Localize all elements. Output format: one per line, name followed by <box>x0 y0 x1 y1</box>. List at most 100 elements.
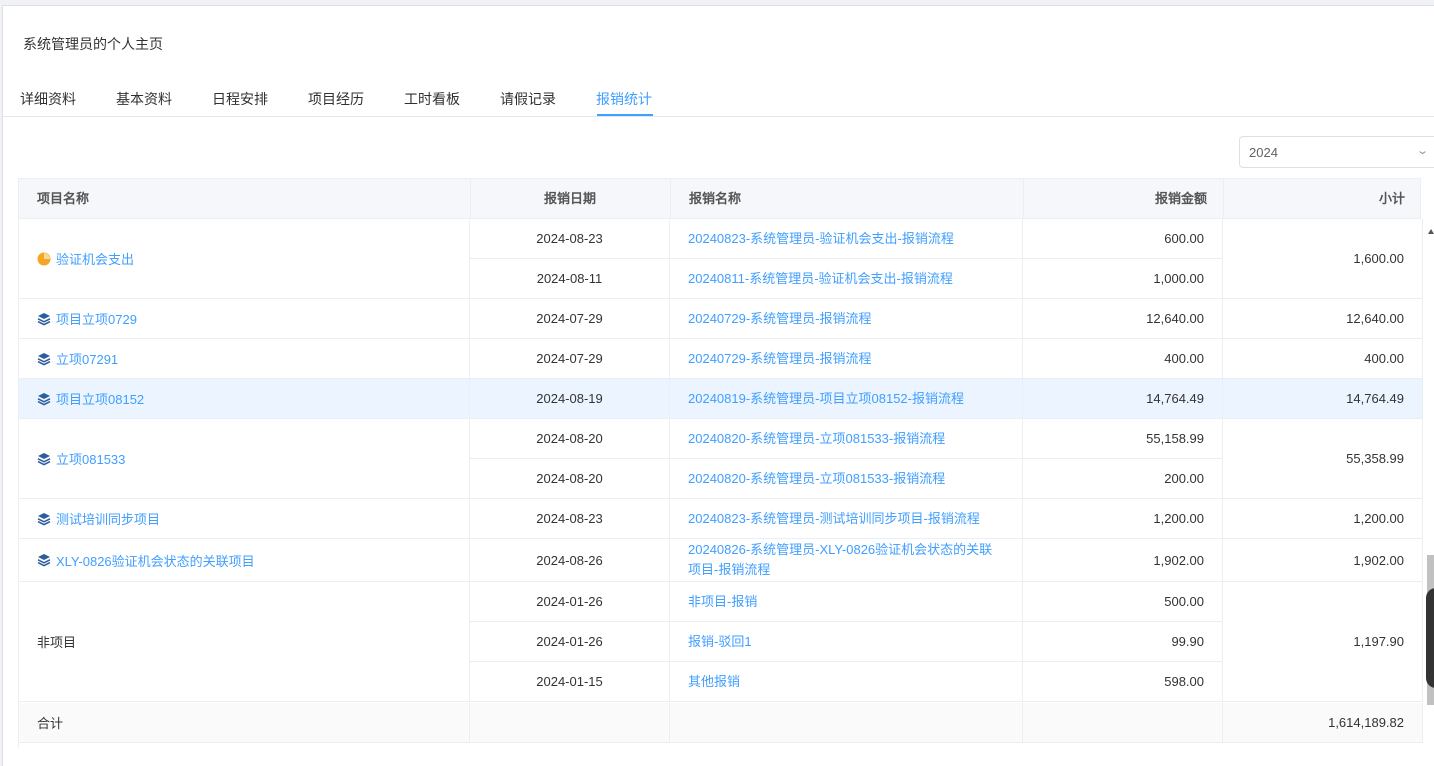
project-name[interactable]: 项目立项0729 <box>37 309 137 328</box>
amount-cell: 500.00 <box>1023 582 1223 622</box>
tab-project-history[interactable]: 项目经历 <box>308 89 364 109</box>
project-name-label: 验证机会支出 <box>56 252 135 267</box>
page-title: 系统管理员的个人主页 <box>23 36 163 52</box>
active-tab-indicator <box>597 114 653 116</box>
reimbursement-link[interactable]: 20240729-系统管理员-报销流程 <box>670 339 1023 379</box>
subtotal-cell: 14,764.49 <box>1223 379 1423 419</box>
amount-cell: 600.00 <box>1023 219 1223 259</box>
year-select[interactable]: 2024 ⌄ <box>1239 136 1434 168</box>
layers-icon <box>37 452 51 466</box>
tab-schedule[interactable]: 日程安排 <box>212 89 268 109</box>
date-cell: 2024-01-15 <box>470 662 670 702</box>
amount-cell: 55,158.99 <box>1023 419 1223 459</box>
project-name-label: XLY-0826验证机会状态的关联项目 <box>56 553 255 569</box>
reimbursement-link[interactable]: 20240729-系统管理员-报销流程 <box>670 299 1023 339</box>
date-cell: 2024-08-23 <box>470 219 670 259</box>
date-cell: 2024-08-11 <box>470 259 670 299</box>
project-name[interactable]: XLY-0826验证机会状态的关联项目 <box>37 551 255 570</box>
subtotal-cell: 12,640.00 <box>1223 299 1423 339</box>
project-name[interactable]: 测试培训同步项目 <box>37 509 160 528</box>
layers-icon <box>37 392 51 406</box>
subtotal-cell: 1,197.90 <box>1223 582 1423 702</box>
chevron-down-icon: ⌄ <box>1416 145 1430 157</box>
header-amount: 报销金额 <box>1154 191 1207 206</box>
date-cell: 2024-01-26 <box>470 582 670 622</box>
layers-icon <box>37 352 51 366</box>
amount-cell: 1,200.00 <box>1023 499 1223 539</box>
grand-total: 1,614,189.82 <box>1223 703 1423 743</box>
project-name-cell[interactable]: 立项07291 <box>19 339 470 379</box>
layers-icon <box>37 312 51 326</box>
reimbursement-link[interactable]: 其他报销 <box>670 662 1023 702</box>
floating-side-widget[interactable] <box>1426 588 1434 688</box>
header-subtotal: 小计 <box>1378 191 1405 206</box>
header-name: 报销名称 <box>689 191 742 206</box>
project-name-label: 项目立项0729 <box>56 312 137 327</box>
project-name[interactable]: 项目立项08152 <box>37 389 144 408</box>
project-name-label: 立项07291 <box>56 352 119 367</box>
reimbursement-link[interactable]: 非项目-报销 <box>670 582 1023 622</box>
amount-cell: 200.00 <box>1023 459 1223 499</box>
date-cell: 2024-01-26 <box>470 622 670 662</box>
tab-leave-records[interactable]: 请假记录 <box>500 89 556 109</box>
header-date: 报销日期 <box>543 191 596 206</box>
total-empty-amount <box>1023 703 1223 743</box>
project-name-cell[interactable]: 项目立项0729 <box>19 299 470 339</box>
date-cell: 2024-08-23 <box>470 499 670 539</box>
amount-cell: 12,640.00 <box>1023 299 1223 339</box>
project-name-cell[interactable]: 测试培训同步项目 <box>19 499 470 539</box>
reimbursement-link[interactable]: 报销-驳回1 <box>670 622 1023 662</box>
amount-cell: 1,000.00 <box>1023 259 1223 299</box>
table-header: 项目名称 报销日期 报销名称 报销金额 小计 <box>18 178 1421 219</box>
total-empty-date <box>470 703 670 743</box>
layers-icon <box>37 512 51 526</box>
reimbursement-link[interactable]: 20240823-系统管理员-测试培训同步项目-报销流程 <box>670 499 1023 539</box>
tab-reimbursement-stats[interactable]: 报销统计 <box>596 89 652 109</box>
reimbursement-table: 项目名称 报销日期 报销名称 报销金额 小计 验证机会支出 1,600.00 202… <box>18 178 1423 748</box>
project-name-cell[interactable]: XLY-0826验证机会状态的关联项目 <box>19 539 470 582</box>
reimbursement-link[interactable]: 20240823-系统管理员-验证机会支出-报销流程 <box>670 219 1023 259</box>
reimbursement-link[interactable]: 20240819-系统管理员-项目立项08152-报销流程 <box>670 379 1023 419</box>
project-name[interactable]: 验证机会支出 <box>37 249 134 268</box>
reimbursement-link[interactable]: 20240811-系统管理员-验证机会支出-报销流程 <box>670 259 1023 299</box>
amount-cell: 1,902.00 <box>1023 539 1223 582</box>
subtotal-cell: 1,600.00 <box>1223 219 1423 299</box>
project-name-label: 测试培训同步项目 <box>56 512 161 527</box>
date-cell: 2024-08-20 <box>470 419 670 459</box>
project-name-cell: 非项目 <box>19 582 470 702</box>
subtotal-cell: 400.00 <box>1223 339 1423 379</box>
date-cell: 2024-07-29 <box>470 299 670 339</box>
tab-basic-info[interactable]: 基本资料 <box>116 89 172 109</box>
scroll-up-arrow-icon[interactable] <box>1428 229 1434 234</box>
subtotal-cell: 55,358.99 <box>1223 419 1423 499</box>
date-cell: 2024-08-19 <box>470 379 670 419</box>
year-select-value: 2024 <box>1249 145 1278 160</box>
project-name-label: 非项目 <box>37 635 77 650</box>
total-empty-name <box>670 703 1023 743</box>
project-name[interactable]: 立项07291 <box>37 349 118 368</box>
table-body: 验证机会支出 1,600.00 2024-08-23 20240823-系统管理员-验… <box>18 219 1423 748</box>
project-name[interactable]: 立项081533 <box>37 449 125 468</box>
pie-chart-icon <box>37 252 51 266</box>
date-cell: 2024-07-29 <box>470 339 670 379</box>
reimbursement-link[interactable]: 20240826-系统管理员-XLY-0826验证机会状态的关联项目-报销流程 <box>670 539 1023 582</box>
project-name-label: 立项081533 <box>56 452 126 467</box>
amount-cell: 99.90 <box>1023 622 1223 662</box>
amount-cell: 14,764.49 <box>1023 379 1223 419</box>
subtotal-cell: 1,902.00 <box>1223 539 1423 582</box>
project-name-cell[interactable]: 验证机会支出 <box>19 219 470 299</box>
reimbursement-link[interactable]: 20240820-系统管理员-立项081533-报销流程 <box>670 459 1023 499</box>
project-name-cell[interactable]: 项目立项08152 <box>19 379 470 419</box>
reimbursement-link[interactable]: 20240820-系统管理员-立项081533-报销流程 <box>670 419 1023 459</box>
date-cell: 2024-08-20 <box>470 459 670 499</box>
date-cell: 2024-08-26 <box>470 539 670 582</box>
header-project: 项目名称 <box>37 191 90 206</box>
tab-details[interactable]: 详细资料 <box>20 89 76 109</box>
layers-icon <box>37 553 51 567</box>
amount-cell: 400.00 <box>1023 339 1223 379</box>
project-name-label: 项目立项08152 <box>56 392 145 407</box>
tab-bar: 详细资料 基本资料 日程安排 项目经历 工时看板 请假记录 报销统计 <box>3 76 1434 117</box>
project-name: 非项目 <box>37 632 76 651</box>
tab-worktime-board[interactable]: 工时看板 <box>404 89 460 109</box>
project-name-cell[interactable]: 立项081533 <box>19 419 470 499</box>
